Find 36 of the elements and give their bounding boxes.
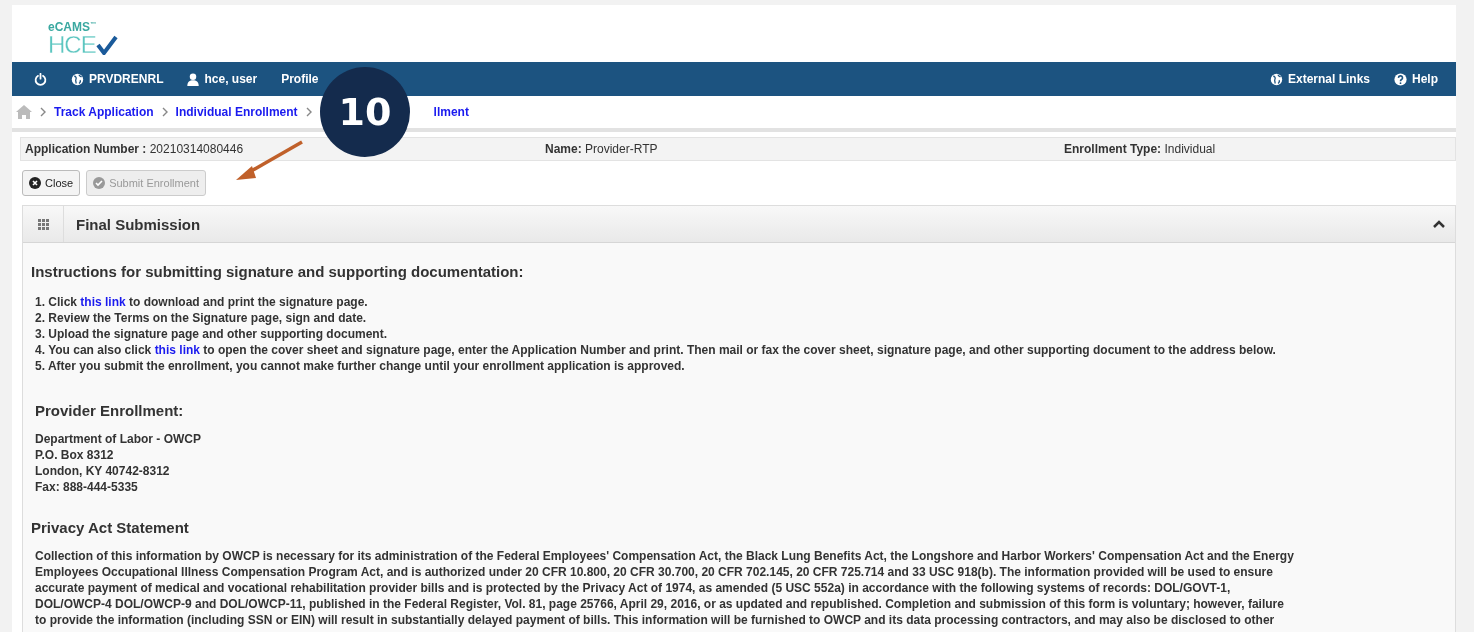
download-link[interactable]: this link bbox=[154, 343, 200, 357]
chevron-icon bbox=[161, 107, 168, 117]
nav-item[interactable]: Help bbox=[1394, 72, 1438, 86]
nav-item[interactable]: PRVDRENRL bbox=[71, 72, 164, 86]
instruction-step: 4. You can also click this link to open the cover sheet and signature page, enter the Application Number and print. Then mail or fax the cover sheet, signature page, and other supporting document to the address below. bbox=[35, 342, 1455, 358]
section-heading: Provider Enrollment: bbox=[35, 402, 185, 419]
panel-title: Final Submission bbox=[75, 215, 202, 233]
globe-icon bbox=[1269, 72, 1283, 86]
check-icon bbox=[93, 177, 106, 189]
instruction-step: 1. Click this link to download and print the signature page. bbox=[35, 294, 1455, 310]
section-heading: Privacy Act Statement bbox=[31, 519, 190, 536]
grid-icon bbox=[37, 218, 49, 230]
nav-item[interactable]: External Links bbox=[1269, 72, 1370, 86]
help-icon bbox=[1394, 72, 1407, 86]
chevron-icon bbox=[305, 107, 312, 117]
instruction-step: 2. Review the Terms on the Signature page, sign and date. bbox=[35, 310, 1455, 326]
nav-item[interactable]: hce, user bbox=[187, 72, 258, 86]
instruction-step: 3. Upload the signature page and other supporting document. bbox=[35, 326, 1455, 342]
instruction-step: 5. After you submit the enrollment, you cannot make further change until your enrollment application is approved. bbox=[35, 358, 1455, 374]
privacy-statement: Collection of this information by OWCP is necessary for its administration of the Federal Employees' Compensation Act, the Black Lung Benefits Act, the Longshore and Harbor Workers' Compensation Act and the Energy Employees Occupational Illness Compensation Program Act, and is authorized under 20 CFR 10.800, 20 CFR 30.700, 20 CFR 702.145, 20 CFR 725.714 and 33 USC 918(b). The information provided will be used to ensure accurate payment of medical and vocational rehabilitation provider bills and is protected by the Privacy Act of 1974, as amended (5 USC 552a) in accordance with the following systems of records: DOL/GOVT-1, DOL/OWCP-4 DOL/OWCP-9 and DOL/OWCP-11, published in the Federal Register, Vol. 81, page 25766, April 29, 2016, or as updated and republished. Completion and submission of this form is voluntary; however, failure to provide the information (including SSN or EIN) will result in substantially delayed payment of bills. This information will be furnished to OWCP and its data processing contractors, and may also be disclosed to other bbox=[34, 548, 1295, 628]
breadcrumb-link[interactable]: Track Application bbox=[54, 105, 154, 119]
section-heading: Instructions for submitting signature and supporting documentation: bbox=[31, 263, 525, 280]
close-icon bbox=[29, 177, 41, 189]
breadcrumb-link[interactable]: Individual Enrollment bbox=[175, 105, 298, 119]
globe-icon bbox=[71, 72, 84, 86]
mailing-address: Department of Labor - OWCP P.O. Box 8312 London, KY 40742-8312 Fax: 888-444-5335 bbox=[34, 431, 202, 495]
power-icon[interactable] bbox=[34, 72, 47, 86]
user-icon bbox=[187, 72, 200, 86]
download-link[interactable]: this link bbox=[80, 295, 126, 309]
nav-item[interactable]: Profile bbox=[281, 72, 319, 86]
breadcrumb-link[interactable]: llment bbox=[433, 105, 469, 119]
info-field: Name: Provider-RTP bbox=[545, 142, 1064, 156]
close-button[interactable]: Close bbox=[22, 170, 81, 196]
collapse-icon[interactable] bbox=[1433, 220, 1445, 228]
chevron-icon bbox=[40, 107, 46, 117]
info-field: Enrollment Type: Individual bbox=[1064, 142, 1455, 156]
